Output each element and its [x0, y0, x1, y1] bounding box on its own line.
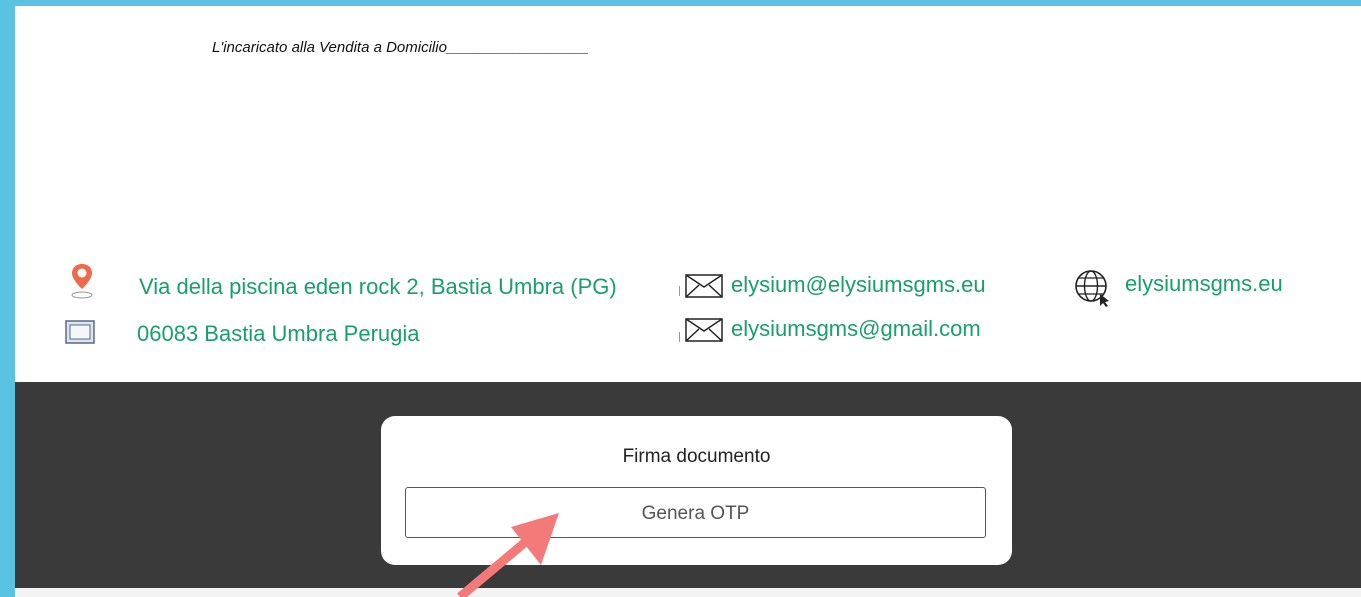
- dialog-title: Firma documento: [622, 446, 771, 467]
- email-1: elysium@elysiumsgms.eu: [731, 272, 986, 297]
- signature-label: L'incaricato alla Vendita a Domicilio___…: [212, 39, 589, 56]
- website-link[interactable]: elysiumsgms.eu: [1125, 271, 1283, 297]
- address-line-1: Via della piscina eden rock 2, Bastia Um…: [139, 274, 617, 299]
- document-page: L'incaricato alla Vendita a Domicilio___…: [15, 6, 1361, 382]
- bottom-strip: [15, 588, 1361, 597]
- map-pin-icon: [71, 264, 93, 299]
- divider-mark: [679, 286, 680, 296]
- email-2: elysiumsgms@gmail.com: [731, 316, 981, 341]
- pointer-arrow-icon: [457, 513, 559, 597]
- frame-icon: [65, 320, 95, 344]
- address-line-2: 06083 Bastia Umbra Perugia: [137, 321, 420, 346]
- envelope-icon: [685, 274, 723, 298]
- divider-mark: [679, 332, 680, 342]
- globe-icon: [1075, 270, 1109, 307]
- envelope-icon: [685, 318, 723, 342]
